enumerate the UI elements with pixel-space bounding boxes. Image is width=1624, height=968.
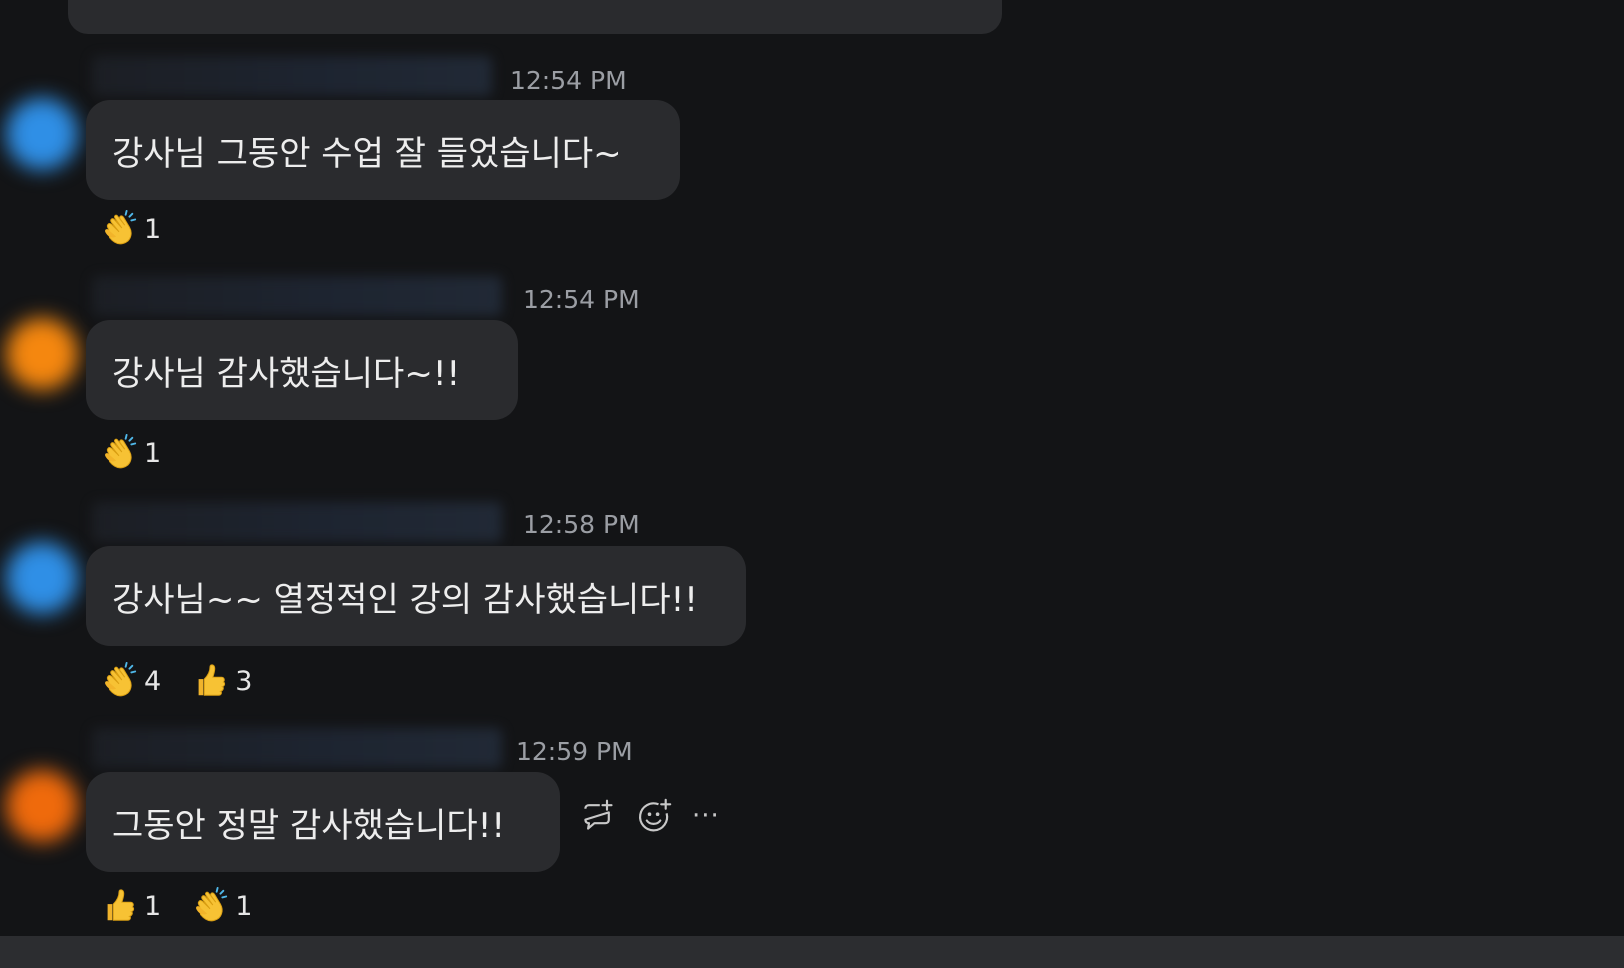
add-reaction-icon[interactable] bbox=[636, 798, 672, 834]
reaction-clap[interactable]: 1 bbox=[100, 434, 161, 472]
message-text: 그동안 정말 감사했습니다!! bbox=[112, 805, 505, 846]
message-timestamp: 12:54 PM bbox=[523, 285, 640, 314]
clapping-hands-icon bbox=[191, 887, 229, 925]
reaction-count: 1 bbox=[144, 890, 162, 922]
reaction-count: 1 bbox=[235, 890, 253, 922]
sender-name-redacted bbox=[92, 502, 502, 542]
thumbs-up-icon bbox=[100, 887, 138, 925]
sender-name-redacted bbox=[92, 56, 492, 96]
reaction-thumbs-up[interactable]: 3 bbox=[191, 662, 252, 700]
avatar[interactable] bbox=[6, 318, 78, 390]
sender-name-redacted bbox=[92, 276, 502, 316]
reaction-list: 1 bbox=[100, 434, 161, 472]
avatar[interactable] bbox=[6, 542, 78, 614]
reaction-list: 1 1 bbox=[100, 887, 252, 925]
avatar[interactable] bbox=[6, 98, 78, 170]
message-bubble[interactable]: 강사님~~ 열정적인 강의 감사했습니다!! bbox=[86, 546, 746, 646]
chat-window: 12:54 PM 강사님 그동안 수업 잘 들었습니다~ 1 12:54 PM … bbox=[0, 0, 1624, 968]
reply-in-thread-icon[interactable] bbox=[580, 798, 616, 834]
message-bubble[interactable]: 강사님 그동안 수업 잘 들었습니다~ bbox=[86, 100, 680, 200]
previous-message-bubble bbox=[68, 0, 1002, 34]
message-timestamp: 12:58 PM bbox=[523, 510, 640, 539]
message-text: 강사님~~ 열정적인 강의 감사했습니다!! bbox=[112, 579, 698, 620]
message-bubble[interactable]: 강사님 감사했습니다~!! bbox=[86, 320, 518, 420]
sender-name-redacted bbox=[92, 728, 502, 768]
thumbs-up-icon bbox=[191, 662, 229, 700]
composer-bar[interactable] bbox=[0, 936, 1624, 968]
reaction-count: 1 bbox=[144, 437, 162, 469]
reaction-count: 3 bbox=[235, 665, 253, 697]
message-timestamp: 12:59 PM bbox=[516, 737, 633, 766]
reaction-clap[interactable]: 4 bbox=[100, 662, 161, 700]
reaction-count: 1 bbox=[144, 213, 162, 245]
reaction-count: 4 bbox=[144, 665, 162, 697]
message-text: 강사님 감사했습니다~!! bbox=[112, 353, 461, 394]
message-hover-actions: ··· bbox=[580, 798, 720, 834]
avatar[interactable] bbox=[6, 770, 78, 842]
message-bubble[interactable]: 그동안 정말 감사했습니다!! bbox=[86, 772, 560, 872]
clapping-hands-icon bbox=[100, 662, 138, 700]
reaction-list: 4 3 bbox=[100, 662, 252, 700]
reaction-clap[interactable]: 1 bbox=[191, 887, 252, 925]
reaction-list: 1 bbox=[100, 210, 161, 248]
clapping-hands-icon bbox=[100, 210, 138, 248]
more-options-button[interactable]: ··· bbox=[692, 801, 720, 831]
message-text: 강사님 그동안 수업 잘 들었습니다~ bbox=[112, 133, 622, 174]
clapping-hands-icon bbox=[100, 434, 138, 472]
message-timestamp: 12:54 PM bbox=[510, 66, 627, 95]
reaction-thumbs-up[interactable]: 1 bbox=[100, 887, 161, 925]
reaction-clap[interactable]: 1 bbox=[100, 210, 161, 248]
